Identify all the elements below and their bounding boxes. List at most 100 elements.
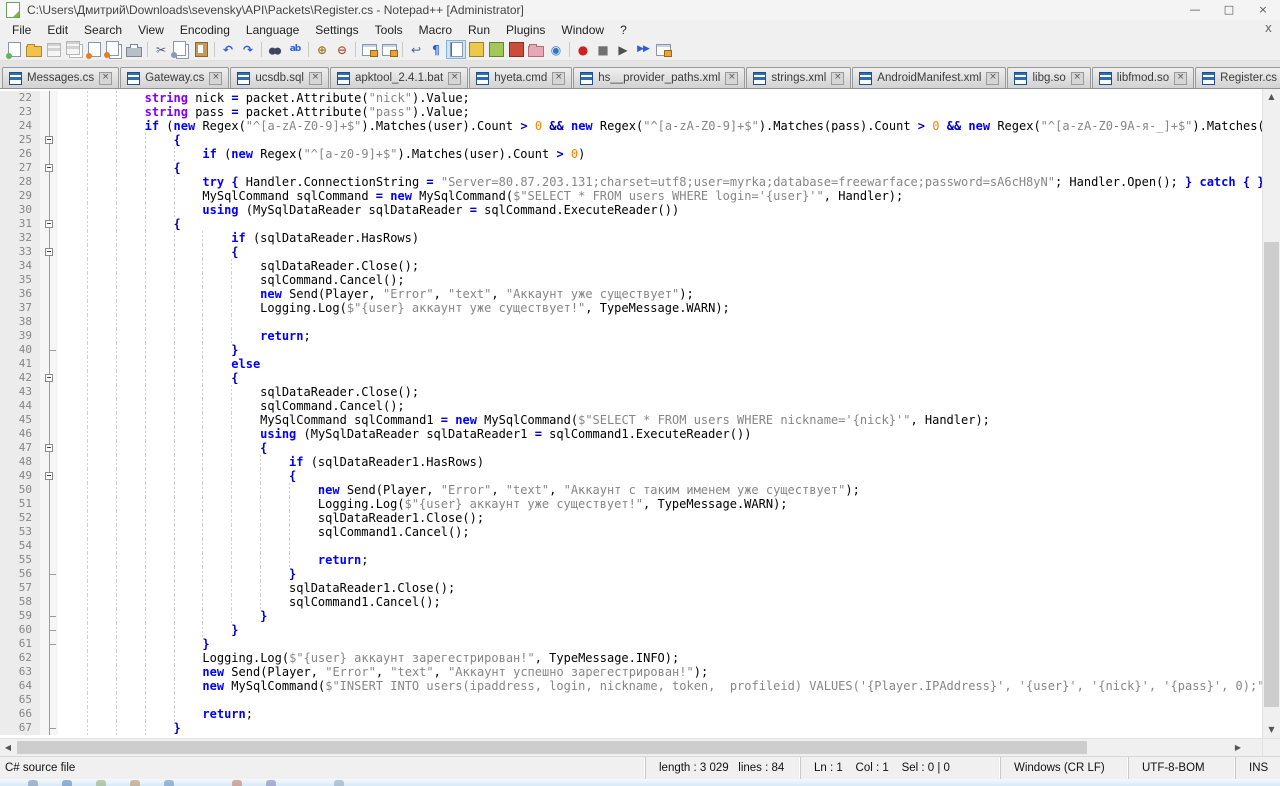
tab-Gateway.cs[interactable]: Gateway.cs × — [120, 67, 230, 88]
fold-collapse-icon[interactable] — [45, 248, 53, 256]
menu-encoding[interactable]: Encoding — [172, 21, 238, 39]
new-file-icon[interactable] — [4, 40, 24, 59]
undo-icon[interactable]: ↶ — [218, 40, 238, 59]
paste-icon[interactable] — [191, 40, 211, 59]
tab-libfmod.so[interactable]: libfmod.so × — [1091, 67, 1195, 88]
horizontal-scrollbar[interactable]: ◀ ▶ — [0, 738, 1280, 756]
tab-close-icon[interactable]: × — [209, 71, 223, 85]
user-defined-dialog-icon[interactable] — [466, 40, 486, 59]
menu-edit[interactable]: Edit — [39, 21, 76, 39]
fold-collapse-icon[interactable] — [45, 472, 53, 480]
indent-guide — [144, 385, 146, 399]
close-file-icon[interactable] — [84, 40, 104, 59]
macro-stop-icon[interactable]: ■ — [593, 40, 613, 59]
tab-close-icon[interactable]: × — [986, 71, 1000, 85]
macro-play-icon[interactable]: ▶ — [613, 40, 633, 59]
tab-close-icon[interactable]: × — [448, 71, 462, 85]
fold-collapse-icon[interactable] — [45, 374, 53, 382]
tab-close-icon[interactable]: × — [725, 71, 739, 85]
redo-icon[interactable]: ↷ — [238, 40, 258, 59]
document-map-icon[interactable] — [486, 40, 506, 59]
scroll-left-arrow-icon[interactable]: ◀ — [0, 739, 16, 756]
fold-line — [49, 679, 50, 693]
show-all-characters-icon[interactable]: ¶ — [426, 40, 446, 59]
menu-view[interactable]: View — [130, 21, 172, 39]
menu-file[interactable]: File — [4, 21, 39, 39]
folder-as-workspace-icon[interactable] — [526, 40, 546, 59]
macro-run-multiple-icon[interactable]: ▶▶ — [633, 40, 653, 59]
replace-icon[interactable]: ab — [285, 40, 305, 59]
macro-save-icon[interactable] — [653, 40, 673, 59]
zoom-in-icon[interactable]: ⊕ — [312, 40, 332, 59]
indent-guide — [173, 623, 175, 637]
fold-collapse-icon[interactable] — [45, 136, 53, 144]
close-button[interactable]: × — [1246, 0, 1280, 20]
line-number: 49 — [0, 469, 40, 483]
menu-plugins[interactable]: Plugins — [498, 21, 553, 39]
tab-Register.cs[interactable]: Register.cs× — [1195, 67, 1280, 88]
code-editor[interactable]: 22 string nick = packet.Attribute("nick")… — [0, 89, 1262, 738]
tab-AndroidManifest.xml[interactable]: AndroidManifest.xml × — [852, 67, 1007, 88]
menubar-close-icon[interactable]: x — [1265, 21, 1272, 35]
scroll-up-arrow-icon[interactable]: ▲ — [1263, 89, 1280, 105]
indent-guide — [115, 651, 117, 665]
tab-close-icon[interactable]: × — [99, 71, 113, 85]
tab-libg.so[interactable]: libg.so × — [1007, 67, 1091, 88]
menu-macro[interactable]: Macro — [411, 21, 460, 39]
menu-help[interactable]: ? — [612, 21, 635, 39]
tab-close-icon[interactable]: × — [1174, 71, 1188, 85]
indent-guide — [173, 231, 175, 245]
tab-close-icon[interactable]: × — [308, 71, 322, 85]
code-line: 58 sqlCommand1.Cancel(); — [0, 595, 1262, 609]
restore-button[interactable]: □ — [1212, 0, 1246, 20]
indent-guide-icon[interactable] — [446, 40, 466, 59]
tab-label: Messages.cs — [27, 72, 95, 84]
zoom-out-icon[interactable]: ⊖ — [332, 40, 352, 59]
menu-search[interactable]: Search — [76, 21, 130, 39]
fold-collapse-icon[interactable] — [45, 220, 53, 228]
menu-tools[interactable]: Tools — [367, 21, 411, 39]
copy-icon[interactable] — [171, 40, 191, 59]
menu-settings[interactable]: Settings — [307, 21, 366, 39]
fold-margin — [40, 553, 58, 567]
status-encoding[interactable]: UTF-8-BOM — [1128, 757, 1235, 779]
word-wrap-icon[interactable]: ↩ — [406, 40, 426, 59]
vertical-scrollbar[interactable]: ▲ ▼ — [1262, 89, 1280, 738]
macro-record-icon[interactable]: ● — [573, 40, 593, 59]
find-icon[interactable] — [265, 40, 285, 59]
tab-Messages.cs[interactable]: Messages.cs × — [2, 67, 120, 88]
tab-close-icon[interactable]: × — [831, 71, 845, 85]
status-insert-mode[interactable]: INS — [1235, 757, 1280, 779]
minimize-button[interactable]: — — [1178, 0, 1212, 20]
save-all-icon[interactable] — [64, 40, 84, 59]
indent-guide — [173, 497, 175, 511]
tab-close-icon[interactable]: × — [552, 71, 566, 85]
tab-hyeta.cmd[interactable]: hyeta.cmd × — [469, 67, 573, 88]
menu-language[interactable]: Language — [238, 21, 307, 39]
monitoring-icon[interactable]: ◉ — [546, 40, 566, 59]
tab-hs__provider_paths.xml[interactable]: hs__provider_paths.xml × — [573, 67, 746, 88]
scroll-down-arrow-icon[interactable]: ▼ — [1263, 722, 1280, 738]
close-all-icon[interactable] — [104, 40, 124, 59]
fold-collapse-icon[interactable] — [45, 164, 53, 172]
menu-window[interactable]: Window — [553, 21, 612, 39]
tab-strings.xml[interactable]: strings.xml × — [746, 67, 852, 88]
vertical-scrollbar-thumb[interactable] — [1264, 242, 1279, 707]
horizontal-scrollbar-thumb[interactable] — [17, 741, 1087, 754]
fold-collapse-icon[interactable] — [45, 444, 53, 452]
function-list-icon[interactable] — [506, 40, 526, 59]
tab-ucsdb.sql[interactable]: ucsdb.sql × — [230, 67, 329, 88]
status-eol-format[interactable]: Windows (CR LF) — [1000, 757, 1128, 779]
scroll-right-arrow-icon[interactable]: ▶ — [1230, 739, 1246, 756]
save-icon[interactable] — [44, 40, 64, 59]
sync-horizontal-scroll-icon[interactable] — [379, 40, 399, 59]
menu-run[interactable]: Run — [460, 21, 498, 39]
fold-line — [49, 595, 50, 609]
print-icon[interactable] — [124, 40, 144, 59]
open-file-icon[interactable] — [24, 40, 44, 59]
indent-guide — [144, 441, 146, 455]
sync-vertical-scroll-icon[interactable] — [359, 40, 379, 59]
tab-close-icon[interactable]: × — [1070, 71, 1084, 85]
cut-icon[interactable]: ✂ — [151, 40, 171, 59]
tab-apktool_2.4.1.bat[interactable]: apktool_2.4.1.bat × — [329, 67, 469, 88]
